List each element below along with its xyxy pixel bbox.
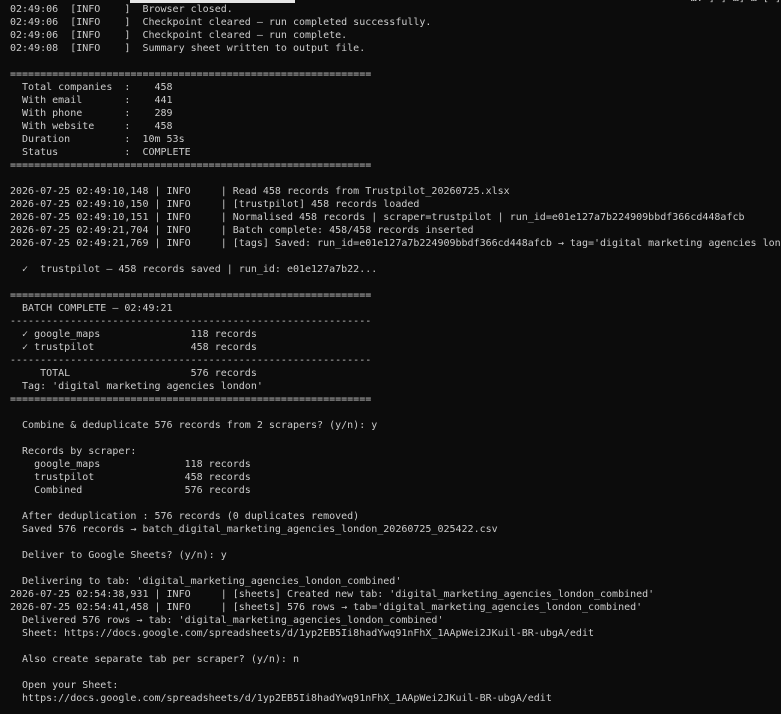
batch-complete-title: BATCH COMPLETE — 02:49:21: [10, 303, 173, 314]
batch-total: TOTAL 576 records: [10, 368, 257, 379]
sheet-url-line[interactable]: Sheet: https://docs.google.com/spreadshe…: [10, 627, 781, 640]
deliver-prompt: Deliver to Google Sheets? (y/n): y: [10, 550, 227, 561]
summary-with-website: With website : 458: [10, 121, 173, 132]
batch-separator: ========================================…: [10, 394, 372, 405]
log-line: 2026-07-25 02:49:21,704 | INFO | Batch c…: [10, 225, 474, 236]
combine-prompt: Combine & deduplicate 576 records from 2…: [10, 420, 378, 431]
log-line: 2026-07-25 02:54:38,931 | INFO | [sheets…: [10, 589, 655, 600]
batch-row-google-maps: ✓ google_maps 118 records: [10, 329, 257, 340]
records-by-scraper-heading: Records by scraper:: [10, 446, 137, 457]
records-row-combined: Combined 576 records: [10, 485, 251, 496]
delivering-line: Delivering to tab: 'digital_marketing_ag…: [10, 576, 402, 587]
log-line: 02:49:06 [INFO ] Checkpoint cleared — ru…: [10, 30, 348, 41]
summary-separator: ========================================…: [10, 69, 372, 80]
batch-row-trustpilot: ✓ trustpilot 458 records: [10, 342, 257, 353]
summary-duration: Duration : 10m 53s: [10, 134, 185, 145]
summary-status: Status : COMPLETE: [10, 147, 191, 158]
terminal-window[interactable]: …. ] ] …] … [ ] 02:49:06 [INFO ] Browser…: [0, 0, 781, 714]
scraper-saved-line: ✓ trustpilot — 458 records saved | run_i…: [10, 264, 378, 275]
log-line: 02:49:08 [INFO ] Summary sheet written t…: [10, 43, 366, 54]
scrolled-line-fragment: …. ] ] …] … [ ]: [691, 0, 781, 5]
saved-csv-line: Saved 576 records → batch_digital_market…: [10, 524, 498, 535]
batch-divider: ----------------------------------------…: [10, 355, 372, 366]
log-line: 02:49:06 [INFO ] Checkpoint cleared — ru…: [10, 17, 432, 28]
summary-with-phone: With phone : 289: [10, 108, 173, 119]
log-line: 2026-07-25 02:54:41,458 | INFO | [sheets…: [10, 602, 643, 613]
log-line: 02:49:06 [INFO ] Browser closed.: [10, 4, 233, 15]
records-row-trustpilot: trustpilot 458 records: [10, 472, 251, 483]
log-line: 2026-07-25 02:49:21,769 | INFO | [tags] …: [10, 238, 781, 249]
summary-separator: ========================================…: [10, 160, 372, 171]
records-row-google-maps: google_maps 118 records: [10, 459, 251, 470]
log-line: 2026-07-25 02:49:10,148 | INFO | Read 45…: [10, 186, 510, 197]
log-line: 2026-07-25 02:49:10,150 | INFO | [trustp…: [10, 199, 420, 210]
batch-divider: ----------------------------------------…: [10, 316, 372, 327]
dedup-result: After deduplication : 576 records (0 dup…: [10, 511, 360, 522]
summary-total-companies: Total companies : 458: [10, 82, 173, 93]
summary-with-email: With email : 441: [10, 95, 173, 106]
log-line: 2026-07-25 02:49:10,151 | INFO | Normali…: [10, 212, 745, 223]
batch-separator: ========================================…: [10, 290, 372, 301]
text-selection-highlight: [130, 0, 295, 3]
delivered-line: Delivered 576 rows → tab: 'digital_marke…: [10, 615, 444, 626]
open-sheet-label: Open your Sheet:: [10, 680, 119, 691]
batch-tag: Tag: 'digital marketing agencies london': [10, 381, 263, 392]
open-sheet-link[interactable]: https://docs.google.com/spreadsheets/d/1…: [10, 692, 781, 705]
separate-tab-prompt: Also create separate tab per scraper? (y…: [10, 654, 299, 665]
